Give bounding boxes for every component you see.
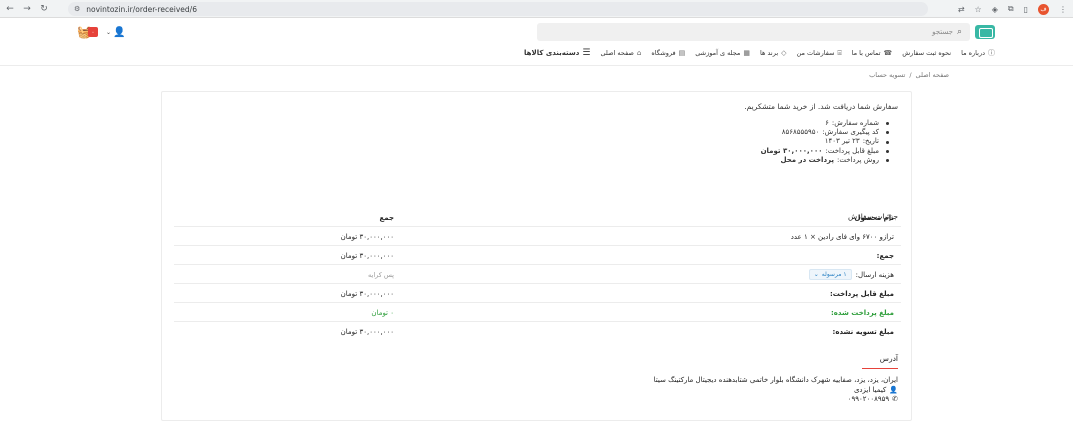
order-received-card: سفارش شما دریافت شد. از خرید شما متشکریم… <box>161 91 912 421</box>
breadcrumb-home[interactable]: صفحه اصلی <box>916 71 949 79</box>
customer-name: کیمیا ایزدی <box>853 385 887 394</box>
menu-item-home[interactable]: ⌂ صفحه اصلی <box>600 49 641 57</box>
translate-icon[interactable]: ⇄ <box>958 5 965 14</box>
url-text: novintozin.ir/order-received/6 <box>86 4 197 14</box>
table-row: هزینه ارسال: ۱ مرسوله ⌄ پس کرایه <box>174 266 901 284</box>
breadcrumb-separator: / <box>909 71 912 79</box>
table-header-row: نام محصول جمع <box>174 209 901 227</box>
main-menu: ☰ دسته‌بندی کالاها ⌂ صفحه اصلی ▤ فروشگاه… <box>524 48 995 58</box>
menu-item-my-orders[interactable]: ⌸ سفارشات من <box>797 49 842 58</box>
search-icon: ⌕ <box>956 27 962 37</box>
unpaid-value: ۳۰,۰۰۰,۰۰۰ تومان <box>340 328 394 336</box>
forward-icon[interactable]: → <box>20 2 34 16</box>
breadcrumb: صفحه اصلی / تسویه حساب <box>869 71 949 79</box>
shipping-label: هزینه ارسال: <box>855 270 894 279</box>
customer-phone: ۰۹۹۰۲۰۰۸۹۵۹ <box>847 395 890 403</box>
phone-icon: ✆ <box>892 395 898 403</box>
address-phone-row: ✆ ۰۹۹۰۲۰۰۸۹۵۹ <box>654 395 898 405</box>
menu-item-how-to-order[interactable]: نحوه ثبت سفارش <box>902 49 951 57</box>
summary-payment-method: روش پرداخت: پرداخت در محل <box>761 156 889 165</box>
table-row: مبلغ تسویه نشده: ۳۰,۰۰۰,۰۰۰ تومان <box>174 323 901 341</box>
browser-menu-icon[interactable]: ⋮ <box>1059 5 1067 14</box>
breadcrumb-current: تسویه حساب <box>869 71 906 79</box>
address-name-row: 👤 کیمیا ایزدی <box>654 386 898 396</box>
address-bar[interactable]: ⚙ novintozin.ir/order-received/6 <box>68 2 928 16</box>
bookmark-star-icon[interactable]: ☆ <box>975 5 982 14</box>
chevron-down-icon: ⌄ <box>105 28 111 36</box>
site-header: جستجو ⌕ 🧺 ۰ ⌄ 👤 ☰ دسته‌بندی کالاها ⌂ صفح… <box>0 18 1073 66</box>
header-actions: 🧺 ۰ ⌄ 👤 <box>77 25 125 39</box>
summary-tracking-code: کد پیگیری سفارش: ۸۵۶۸۵۵۵۹۵۰ <box>761 128 889 137</box>
subtotal-label: جمع: <box>876 251 894 260</box>
reload-icon[interactable]: ↻ <box>37 2 51 16</box>
product-total: ۳۰,۰۰۰,۰۰۰ تومان <box>340 232 394 241</box>
back-icon[interactable]: ← <box>3 2 17 16</box>
site-logo[interactable] <box>975 25 995 39</box>
order-summary-list: شماره سفارش: ۶ کد پیگیری سفارش: ۸۵۶۸۵۵۵۹… <box>761 119 889 165</box>
chevron-down-icon: ⌄ <box>813 271 819 278</box>
payable-label: مبلغ قابل پرداخت: <box>829 289 894 298</box>
cart-button[interactable]: 🧺 ۰ <box>77 25 98 39</box>
info-icon: ⓘ <box>988 49 995 57</box>
subtotal-value: ۳۰,۰۰۰,۰۰۰ تومان <box>340 251 394 260</box>
menu-item-brands[interactable]: ◇ برند ها <box>760 49 786 57</box>
summary-order-number: شماره سفارش: ۶ <box>761 119 889 128</box>
unpaid-label: مبلغ تسویه نشده: <box>832 328 894 336</box>
address-line: ایران، یزد، یزد، صفاییه شهرک دانشگاه بلو… <box>653 376 898 384</box>
menu-item-categories[interactable]: ☰ دسته‌بندی کالاها <box>524 48 590 58</box>
magazine-icon: ▦ <box>743 49 751 57</box>
product-name: ترازو ۶۷۰۰ وای فای رادین × ۱ عدد <box>790 232 894 241</box>
menu-item-magazine[interactable]: ▦ مجله ی آموزشی <box>695 49 750 57</box>
summary-payable-amount: مبلغ قابل پرداخت: ۳۰,۰۰۰,۰۰۰ تومان <box>761 147 889 156</box>
paid-value: ۰ تومان <box>371 308 394 317</box>
address-title: آدرس <box>861 354 899 369</box>
browser-actions: ⇄ ☆ ◈ ⧉ ▯ ف ⋮ <box>958 2 1067 16</box>
menu-item-about[interactable]: ⓘ درباره ما <box>961 48 995 58</box>
tag-icon: ◇ <box>781 49 787 57</box>
menu-icon: ☰ <box>582 48 591 58</box>
user-icon: 👤 <box>889 385 898 394</box>
search-input[interactable]: جستجو ⌕ <box>537 23 970 41</box>
shipping-value: پس کرایه <box>368 270 394 279</box>
extensions-icon[interactable]: ⧉ <box>1008 4 1014 14</box>
menu-item-store[interactable]: ▤ فروشگاه <box>651 49 685 57</box>
payable-value: ۳۰,۰۰۰,۰۰۰ تومان <box>340 289 394 298</box>
menu-item-contact[interactable]: ☎ تماس با ما <box>852 49 893 57</box>
sidepanel-icon[interactable]: ▯ <box>1024 5 1028 14</box>
col-total-header: جمع <box>379 213 394 222</box>
shipping-address: ایران، یزد، یزد، صفاییه شهرک دانشگاه بلو… <box>654 376 898 405</box>
col-product-header: نام محصول <box>854 213 894 222</box>
account-button[interactable]: ⌄ 👤 <box>106 27 125 38</box>
user-icon: 👤 <box>112 26 126 38</box>
browser-toolbar: ← → ↻ ⚙ novintozin.ir/order-received/6 ⇄… <box>0 0 1073 18</box>
summary-date: تاریخ: ۲۳ تیر ۱۴۰۳ <box>761 137 889 146</box>
shipping-cell: هزینه ارسال: ۱ مرسوله ⌄ <box>808 269 894 280</box>
table-row: ترازو ۶۷۰۰ وای فای رادین × ۱ عدد ۳۰,۰۰۰,… <box>174 228 901 246</box>
search-placeholder: جستجو <box>932 28 953 36</box>
paid-label: مبلغ پرداخت شده: <box>831 308 894 317</box>
phone-icon: ☎ <box>883 49 893 57</box>
shield-icon[interactable]: ◈ <box>992 5 998 14</box>
table-row: جمع: ۳۰,۰۰۰,۰۰۰ تومان <box>174 247 901 265</box>
home-icon: ⌂ <box>636 49 642 57</box>
site-settings-icon[interactable]: ⚙ <box>74 5 80 13</box>
table-row: مبلغ پرداخت شده: ۰ تومان <box>174 304 901 322</box>
cart-count-badge: ۰ <box>87 27 98 37</box>
orders-icon: ⌸ <box>837 48 842 57</box>
thank-you-message: سفارش شما دریافت شد. از خرید شما متشکریم… <box>744 102 898 111</box>
shipping-package-select[interactable]: ۱ مرسوله ⌄ <box>808 269 852 280</box>
store-icon: ▤ <box>678 49 686 57</box>
profile-avatar[interactable]: ف <box>1038 3 1049 15</box>
table-row: مبلغ قابل پرداخت: ۳۰,۰۰۰,۰۰۰ تومان <box>174 285 901 303</box>
